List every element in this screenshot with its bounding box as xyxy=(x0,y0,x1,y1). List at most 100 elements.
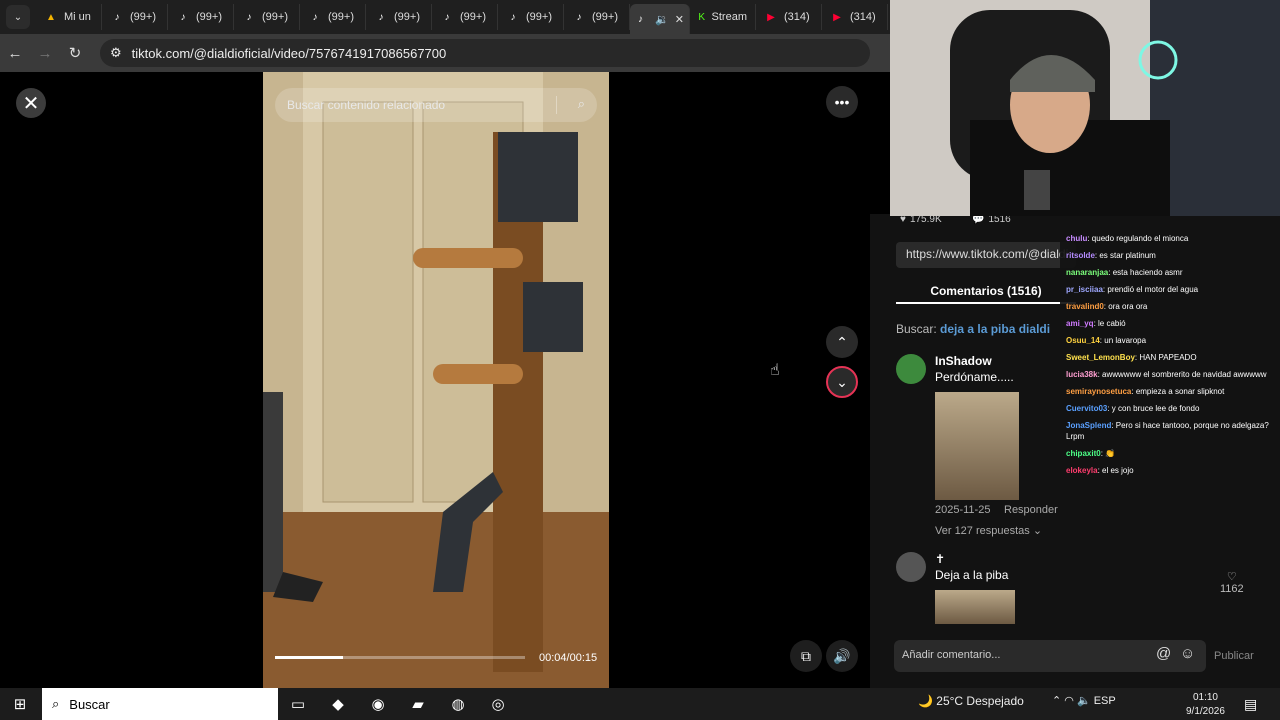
comment-search-suggestion[interactable]: Buscar: deja a la piba dialdi xyxy=(896,322,1050,336)
chat-username[interactable]: chipaxit0 xyxy=(1066,449,1101,458)
clock-date: 9/1/2026 xyxy=(1186,706,1225,717)
kick-icon: K xyxy=(698,11,706,23)
chat-username[interactable]: travalind0 xyxy=(1066,302,1104,311)
clock[interactable]: 01:10 9/1/2026 xyxy=(1186,691,1225,719)
comment-image[interactable] xyxy=(935,590,1015,624)
video-progress-bar[interactable] xyxy=(275,656,525,659)
chat-message: Osuu_14: un lavaropa xyxy=(1060,332,1276,349)
picture-in-picture-icon[interactable]: ⧉ xyxy=(790,640,822,672)
tab-label: (99+) xyxy=(328,11,354,23)
mention-icon[interactable]: @ xyxy=(1156,645,1171,662)
chrome-icon[interactable]: ◍ xyxy=(438,695,478,713)
browser-tab[interactable]: K Stream xyxy=(690,4,756,30)
weather-widget[interactable]: 🌙 25°C Despejado xyxy=(918,694,1024,708)
edge-icon[interactable]: ◉ xyxy=(358,695,398,713)
comment-author[interactable]: ✝ xyxy=(935,552,945,566)
file-explorer-icon[interactable]: ▰ xyxy=(398,695,438,713)
browser-tab[interactable]: ♪ (99+) xyxy=(168,4,234,30)
task-view-icon[interactable]: ▭ xyxy=(278,695,318,713)
video-time: 00:04/00:15 xyxy=(539,652,598,664)
tab-label: Mi un xyxy=(64,11,91,23)
url-input[interactable]: ⚙ tiktok.com/@dialdioficial/video/757674… xyxy=(100,39,870,67)
hand-cursor-icon: ☝ xyxy=(770,362,780,379)
chat-username[interactable]: ami_yq xyxy=(1066,319,1094,328)
chat-username[interactable]: chulu xyxy=(1066,234,1087,243)
chat-username[interactable]: ritsolde xyxy=(1066,251,1095,260)
stream-chat: chulu: quedo regulando el mionca ritsolde… xyxy=(1060,230,1276,520)
close-tab-icon[interactable]: ✕ xyxy=(675,13,684,26)
tab-comments[interactable]: Comentarios (1516) xyxy=(896,276,1076,304)
webcam-frame xyxy=(890,0,1280,216)
related-search-input[interactable]: Buscar contenido relacionado ⌕ xyxy=(275,88,597,122)
forward-icon[interactable]: → xyxy=(30,45,60,62)
comment-text: Deja a la piba xyxy=(935,568,1009,582)
emoji-icon[interactable]: ☺ xyxy=(1180,645,1195,662)
chat-username[interactable]: pr_isciiaa xyxy=(1066,285,1103,294)
browser-tab[interactable]: ♪ (99+) xyxy=(234,4,300,30)
chevron-up-icon[interactable]: ⌃ xyxy=(1052,695,1061,707)
chat-username[interactable]: JonaSplend xyxy=(1066,421,1111,430)
previous-video-icon[interactable]: ⌃ xyxy=(826,326,858,358)
more-options-icon[interactable]: ••• xyxy=(826,86,858,118)
chat-username[interactable]: elokeyla xyxy=(1066,466,1098,475)
search-icon[interactable]: ⌕ xyxy=(578,96,585,112)
chat-text: : quedo regulando el mionca xyxy=(1087,234,1189,243)
chat-message: chipaxit0: 👏 xyxy=(1060,445,1276,462)
notifications-icon[interactable]: ▤ xyxy=(1244,696,1257,713)
browser-tab[interactable]: ▶ (314) xyxy=(822,4,888,30)
buscar-query: deja a la piba dialdi xyxy=(940,322,1051,336)
add-comment-input[interactable]: Añadir comentario... @ ☺ xyxy=(894,640,1206,672)
avatar[interactable] xyxy=(896,552,926,582)
chat-username[interactable]: lucia38k xyxy=(1066,370,1098,379)
chat-message: lucia38k: awwwwww el sombrerito de navid… xyxy=(1060,366,1276,383)
tab-label: (99+) xyxy=(592,11,618,23)
browser-tab[interactable]: ▲ Mi un xyxy=(36,4,102,30)
windows-start-icon[interactable]: ⊞ xyxy=(0,695,40,713)
close-icon[interactable]: ✕ xyxy=(16,88,46,118)
comment-text: Perdóname..... xyxy=(935,370,1014,384)
chat-username[interactable]: nanaranjaa xyxy=(1066,268,1108,277)
browser-tab[interactable]: ♪ (99+) xyxy=(366,4,432,30)
taskbar-search-input[interactable]: ⌕ Buscar xyxy=(42,688,278,720)
obs-icon[interactable]: ◎ xyxy=(478,695,518,713)
tab-list-button[interactable]: ⌄ xyxy=(6,5,30,29)
language-indicator[interactable]: ESP xyxy=(1094,695,1116,707)
browser-tab[interactable]: ♪ 🔉 ✕ xyxy=(630,4,690,34)
avatar[interactable] xyxy=(896,354,926,384)
chat-username[interactable]: semiraynosetuca xyxy=(1066,387,1131,396)
tiktok-icon: ♪ xyxy=(444,11,450,23)
browser-tab[interactable]: ♪ (99+) xyxy=(432,4,498,30)
reply-button[interactable]: Responder xyxy=(1004,504,1058,516)
chat-username[interactable]: Sweet_LemonBoy xyxy=(1066,353,1135,362)
chat-message: ritsolde: es star platinum xyxy=(1060,247,1276,264)
copilot-icon[interactable]: ◆ xyxy=(318,695,358,713)
browser-tab[interactable]: ♪ (99+) xyxy=(498,4,564,30)
reload-icon[interactable]: ↻ xyxy=(60,44,90,62)
wifi-icon[interactable]: ◠ xyxy=(1064,695,1077,707)
site-settings-icon[interactable]: ⚙ xyxy=(110,45,122,61)
chat-username[interactable]: Osuu_14 xyxy=(1066,336,1100,345)
video-player[interactable]: Buscar contenido relacionado ⌕ 00:04/00:… xyxy=(263,72,609,688)
tab-label: (99+) xyxy=(394,11,420,23)
tab-label: (99+) xyxy=(262,11,288,23)
browser-tab[interactable]: ▶ (314) xyxy=(756,4,822,30)
browser-tab[interactable]: ♪ (99+) xyxy=(102,4,168,30)
tiktok-icon: ♪ xyxy=(378,11,384,23)
publish-button[interactable]: Publicar xyxy=(1214,650,1254,662)
back-icon[interactable]: ← xyxy=(0,45,30,62)
comment-author[interactable]: InShadow xyxy=(935,354,992,368)
comment-image[interactable] xyxy=(935,392,1019,500)
search-divider xyxy=(556,96,557,114)
speaker-icon[interactable]: 🔈 xyxy=(1077,695,1094,707)
browser-tab[interactable]: ♪ (99+) xyxy=(564,4,630,30)
volume-icon[interactable]: 🔊 xyxy=(826,640,858,672)
browser-tab[interactable]: ♪ (99+) xyxy=(300,4,366,30)
video-link[interactable]: https://www.tiktok.com/@dialdi xyxy=(896,242,1076,268)
video-progress-fill xyxy=(275,656,343,659)
comment-like[interactable]: ♡ 1162 xyxy=(1220,570,1244,595)
view-replies-button[interactable]: Ver 127 respuestas ⌄ xyxy=(935,524,1042,537)
audio-icon[interactable]: 🔉 xyxy=(655,13,669,26)
next-video-icon[interactable]: ⌄ xyxy=(826,366,858,398)
chat-username[interactable]: Cuervito03 xyxy=(1066,404,1107,413)
youtube-icon: ▶ xyxy=(767,11,775,23)
